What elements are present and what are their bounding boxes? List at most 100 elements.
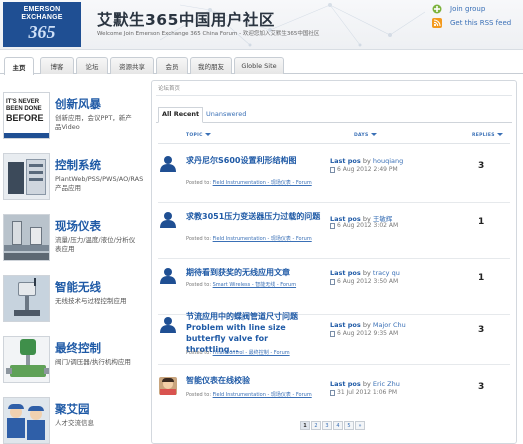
rss-feed-link[interactable]: Get this RSS feed	[432, 18, 511, 28]
header-divider	[158, 143, 510, 144]
forum-panel: 论坛首页 All Recent Unanswered TOPIC DAYS RE…	[151, 80, 517, 444]
subtab-divider	[156, 122, 512, 123]
logo-text-line2: EXCHANGE	[21, 14, 63, 21]
sidebar-item-field-instruments[interactable]: 现场仪表 流量/压力/温度/液位/分析仪表应用	[3, 212, 145, 268]
breadcrumb[interactable]: 论坛首页	[158, 84, 180, 92]
table-row: 求丹尼尔S600设置利形结构图 Posted to: Field Instrum…	[152, 147, 516, 203]
topic-link[interactable]: 求教3051压力变送器压力过载的问题	[186, 211, 322, 222]
logo-text-line3: 365	[28, 22, 56, 42]
column-header-replies[interactable]: REPLIES	[472, 133, 503, 138]
tab-resources[interactable]: 资源共享	[110, 57, 154, 74]
last-post-link[interactable]: Last pos	[330, 321, 361, 329]
sidebar-title[interactable]: 现场仪表	[55, 218, 101, 234]
sidebar-title[interactable]: 智能无线	[55, 279, 101, 295]
emerson-exchange-logo[interactable]: EMERSON EXCHANGE 365	[3, 2, 81, 47]
user-link[interactable]: tracy qu	[373, 269, 400, 277]
user-avatar-icon[interactable]	[159, 210, 177, 228]
table-row: 求教3051压力变送器压力过载的问题 Posted to: Field Inst…	[152, 203, 516, 259]
tab-globle-site[interactable]: Globle Site	[234, 57, 284, 74]
tab-all-recent[interactable]: All Recent	[158, 107, 204, 123]
posted-in-label: Posted to:	[186, 236, 212, 242]
sidebar-title[interactable]: 聚艾园	[55, 401, 90, 417]
posted-in: Posted to: Final Control - 最终控制 - Forum	[186, 349, 290, 356]
date-text: 31 Jul 2012 1:06 PM	[337, 389, 398, 396]
category-sidebar: IT'S NEVER BEEN DONE BEFORE 创新风暴 创新应用，会议…	[0, 86, 148, 444]
page-icon	[330, 330, 335, 337]
posted-in: Posted to: Field Instrumentation - 现场仪表 …	[186, 179, 312, 186]
reply-count: 3	[478, 382, 485, 392]
posted-in-label: Posted to:	[186, 392, 212, 398]
join-group-link[interactable]: Join group	[432, 4, 485, 14]
reply-count: 3	[478, 325, 485, 335]
tab-unanswered[interactable]: Unanswered	[206, 110, 246, 118]
page-4-button[interactable]: 4	[333, 421, 343, 430]
by-label: by	[362, 380, 371, 388]
field-instruments-thumbnail	[3, 214, 50, 261]
column-header-days-label: DAYS	[354, 133, 369, 138]
next-page-button[interactable]: »	[355, 421, 365, 430]
site-subtitle: Welcome Join Emerson Exchange 365 China …	[97, 31, 320, 37]
forum-link[interactable]: Field Instrumentation - 现场仪表 - Forum	[213, 180, 312, 186]
forum-link[interactable]: Field Instrumentation - 现场仪表 - Forum	[213, 392, 312, 398]
tab-blog[interactable]: 博客	[40, 57, 74, 74]
logo-text-line1: EMERSON	[23, 6, 61, 13]
page-icon	[330, 389, 335, 396]
topic-link[interactable]: 期待看到获奖的无线应用文章	[186, 267, 322, 278]
last-post-date: 6 Aug 2012 9:35 AM	[330, 330, 398, 337]
main-nav-tabs: 主页 博客 论坛 资源共享 会员 我的朋友 Globle Site	[0, 55, 523, 75]
page-3-button[interactable]: 3	[322, 421, 332, 430]
forum-link[interactable]: Final Control - 最终控制 - Forum	[213, 350, 290, 356]
join-group-icon	[432, 4, 442, 14]
column-header-days[interactable]: DAYS	[354, 133, 377, 138]
page-5-button[interactable]: 5	[344, 421, 354, 430]
sidebar-item-final-control[interactable]: 最终控制 阀门/调压器/执行机构应用	[3, 334, 145, 390]
date-text: 6 Aug 2012 9:35 AM	[337, 330, 399, 337]
last-post-info: Last pos by Major Chu	[330, 321, 406, 329]
user-avatar-icon[interactable]	[159, 315, 177, 333]
page-icon	[330, 222, 335, 229]
join-group-label: Join group	[450, 5, 486, 13]
sort-caret-icon	[204, 133, 211, 136]
last-post-info: Last pos by Eric Zhu	[330, 380, 400, 388]
page-1-button[interactable]: 1	[300, 421, 310, 430]
tab-forum[interactable]: 论坛	[76, 57, 108, 74]
sidebar-item-smart-wireless[interactable]: 智能无线 无线技术与过程控制应用	[3, 273, 145, 329]
posted-in-label: Posted to:	[186, 180, 212, 186]
sidebar-title[interactable]: 控制系统	[55, 157, 101, 173]
sidebar-desc: 流量/压力/温度/液位/分析仪表应用	[55, 236, 136, 253]
topic-link[interactable]: 智能仪表在线校验	[186, 375, 322, 386]
topic-link[interactable]: 求丹尼尔S600设置利形结构图	[186, 155, 322, 166]
user-link[interactable]: Major Chu	[373, 321, 406, 329]
rss-icon	[432, 18, 442, 28]
user-photo-avatar[interactable]	[159, 377, 177, 395]
posted-in: Posted to: Field Instrumentation - 现场仪表 …	[186, 235, 312, 242]
reply-count: 3	[478, 161, 485, 171]
final-control-thumbnail	[3, 336, 50, 383]
column-header-replies-label: REPLIES	[472, 133, 495, 138]
tab-home[interactable]: 主页	[4, 57, 34, 75]
rss-label: Get this RSS feed	[450, 19, 512, 27]
sidebar-title[interactable]: 创新风暴	[55, 96, 101, 112]
column-header-topic[interactable]: TOPIC	[186, 133, 211, 138]
thumb-text-line1: IT'S NEVER	[6, 99, 40, 105]
forum-link[interactable]: Smart Wireless - 智能无线 - Forum	[213, 282, 296, 288]
user-avatar-icon[interactable]	[159, 266, 177, 284]
sidebar-item-innovation[interactable]: IT'S NEVER BEEN DONE BEFORE 创新风暴 创新应用，会议…	[3, 90, 145, 146]
sidebar-item-talent[interactable]: 聚艾园 人才交流信息	[3, 395, 145, 444]
date-text: 6 Aug 2012 3:02 AM	[337, 222, 399, 229]
page-2-button[interactable]: 2	[311, 421, 321, 430]
sidebar-title[interactable]: 最终控制	[55, 340, 101, 356]
thumb-text-line2: BEEN DONE	[6, 106, 42, 112]
last-post-link[interactable]: Last pos	[330, 157, 361, 165]
tab-members[interactable]: 会员	[156, 57, 188, 74]
last-post-link[interactable]: Last pos	[330, 380, 361, 388]
last-post-link[interactable]: Last pos	[330, 269, 361, 277]
user-link[interactable]: Eric Zhu	[373, 380, 400, 388]
tab-my-friends[interactable]: 我的朋友	[190, 57, 232, 74]
user-link[interactable]: houqiang	[373, 157, 403, 165]
forum-link[interactable]: Field Instrumentation - 现场仪表 - Forum	[213, 236, 312, 242]
sidebar-item-control-systems[interactable]: 控制系统 PlantWeb/PSS/PWS/AO/RAS 产品应用	[3, 151, 145, 207]
date-text: 6 Aug 2012 2:49 PM	[337, 166, 398, 173]
user-avatar-icon[interactable]	[159, 154, 177, 172]
by-label: by	[362, 269, 371, 277]
